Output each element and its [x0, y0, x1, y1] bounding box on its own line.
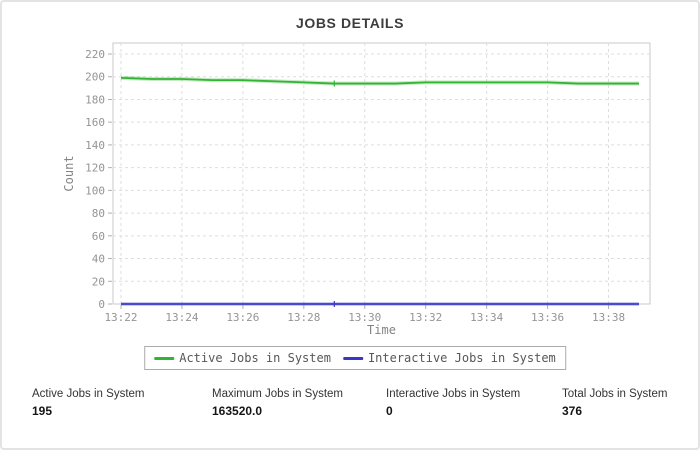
- stat-value: 163520.0: [212, 404, 263, 418]
- y-tick-label: 220: [85, 48, 105, 61]
- stat-label: Interactive Jobs in System: [386, 388, 521, 400]
- stat-total-jobs: Total Jobs in System 376: [562, 388, 667, 418]
- stat-value: 376: [562, 404, 583, 418]
- y-tick-label: 100: [85, 184, 105, 197]
- legend-swatch-icon: [154, 356, 175, 360]
- y-tick-label: 60: [92, 230, 105, 243]
- stat-label: Total Jobs in System: [562, 388, 668, 400]
- stat-label: Active Jobs in System: [32, 388, 145, 400]
- y-tick-label: 180: [85, 93, 105, 106]
- stat-value: 195: [32, 404, 53, 418]
- stat-value: 0: [386, 404, 393, 418]
- legend-swatch-icon: [342, 356, 363, 360]
- x-tick-label: 13:24: [165, 311, 198, 324]
- x-tick-label: 13:36: [531, 311, 564, 324]
- legend-label: Active Jobs in System: [179, 351, 331, 365]
- legend-item: Interactive Jobs in System: [342, 351, 556, 365]
- jobs-line-chart: 0 20 40 60 80 100 120 140 160 180 200 220 13:22 13:24…: [62, 42, 651, 337]
- x-tick-label: 13:22: [104, 311, 137, 324]
- chart-legend: Active Jobs in System Interactive Jobs in…: [144, 346, 566, 370]
- legend-label: Interactive Jobs in System: [367, 351, 556, 365]
- y-tick-label: 40: [92, 253, 105, 266]
- y-tick-label: 80: [92, 207, 105, 220]
- x-tick-label: 13:28: [287, 311, 320, 324]
- jobs-details-panel: JOBS DETAILS 0 20 40 60 80 100 120 140 160 180 200…: [0, 0, 700, 450]
- y-tick-label: 160: [85, 116, 105, 129]
- stat-active-jobs: Active Jobs in System 195: [32, 388, 144, 418]
- x-axis-label: Time: [367, 323, 396, 337]
- y-tick-label: 20: [92, 275, 105, 288]
- x-tick-label: 13:38: [592, 311, 625, 324]
- legend-item: Active Jobs in System: [154, 351, 331, 365]
- stat-interactive-jobs: Interactive Jobs in System 0: [386, 388, 520, 418]
- y-tick-label: 140: [85, 139, 105, 152]
- x-tick-label: 13:26: [226, 311, 259, 324]
- y-tick-label: 0: [98, 298, 105, 311]
- x-tick-label: 13:32: [409, 311, 442, 324]
- stat-maximum-jobs: Maximum Jobs in System 163520.0: [212, 388, 343, 418]
- x-tick-label: 13:34: [470, 311, 503, 324]
- y-tick-label: 120: [85, 162, 105, 175]
- stat-label: Maximum Jobs in System: [212, 388, 344, 400]
- y-tick-label: 200: [85, 71, 105, 84]
- y-axis-label: Count: [62, 155, 76, 191]
